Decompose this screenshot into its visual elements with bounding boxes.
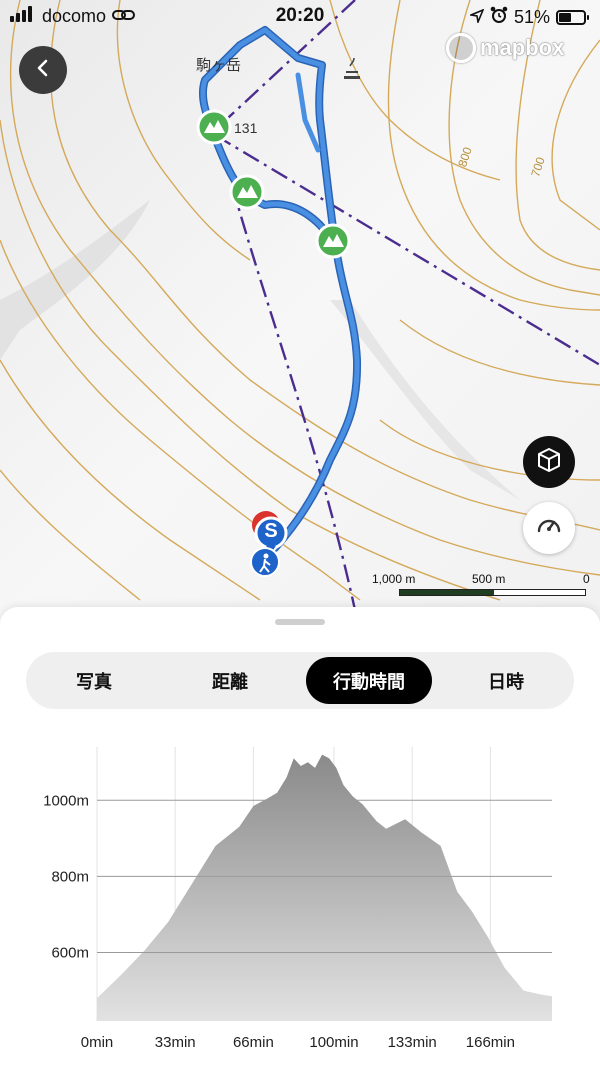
speed-button[interactable] [523, 502, 575, 554]
elevation-chart: 600m 800m 1000m 0min 33min 66min 100min 133min… [43, 747, 552, 1051]
bottom-sheet: 写真 距離 行動時間 日時 600m 800m 1000m 0min 33min 66m… [0, 607, 600, 1068]
mapbox-logo-icon [446, 33, 476, 63]
start-marker-letter: S [264, 520, 278, 542]
x-tick-label: 166min [466, 1034, 515, 1051]
map-canvas[interactable] [0, 0, 600, 640]
speedometer-icon [534, 511, 564, 546]
x-tick-label: 100min [309, 1034, 358, 1051]
peak-marker[interactable] [315, 223, 351, 259]
alarm-icon [490, 6, 508, 29]
tab-datetime[interactable]: 日時 [446, 657, 566, 704]
x-axis-labels: 0min 33min 66min 100min 133min 166min [81, 1034, 515, 1051]
peak-marker[interactable] [196, 109, 232, 145]
tab-distance[interactable]: 距離 [170, 657, 290, 704]
location-arrow-icon [468, 7, 485, 28]
sheet-grabber[interactable] [275, 619, 325, 625]
tab-duration[interactable]: 行動時間 [306, 657, 432, 704]
mapbox-wordmark: mapbox [480, 35, 565, 60]
status-bar: docomo 20:20 51% [0, 0, 600, 34]
scale-label: 1,000 m [372, 572, 416, 586]
y-tick-label: 600m [51, 945, 89, 962]
y-axis-labels: 600m 800m 1000m [43, 792, 89, 961]
scale-label: 0 [583, 572, 590, 586]
hiker-marker[interactable] [250, 547, 280, 577]
segmented-control: 写真 距離 行動時間 日時 [26, 652, 574, 709]
peak-name-label: 駒ヶ岳 [196, 57, 242, 74]
map-view[interactable]: 駒ヶ岳 131 800 700 S docomo 20:20 51% mapbo… [0, 0, 600, 640]
x-tick-label: 33min [155, 1034, 196, 1051]
battery-percent: 51% [513, 7, 550, 27]
mapbox-logo: mapbox [446, 33, 564, 63]
chevron-left-icon [33, 58, 53, 83]
3d-view-button[interactable] [523, 436, 575, 488]
scale-label: 500 m [472, 572, 506, 586]
x-tick-label: 0min [81, 1034, 114, 1051]
back-button[interactable] [19, 46, 67, 94]
x-tick-label: 66min [233, 1034, 274, 1051]
scale-bar [399, 589, 586, 596]
peak-marker[interactable] [229, 174, 265, 210]
y-tick-label: 1000m [43, 792, 89, 809]
battery-icon [556, 10, 589, 25]
x-tick-label: 133min [388, 1034, 437, 1051]
map-scale: 1,000 m 500 m 0 [372, 572, 592, 600]
cube-icon [535, 446, 563, 479]
spot-elevation-label: 131 [234, 120, 258, 136]
elevation-area [97, 754, 552, 1021]
y-tick-label: 800m [51, 868, 89, 885]
tab-photos[interactable]: 写真 [34, 657, 154, 704]
